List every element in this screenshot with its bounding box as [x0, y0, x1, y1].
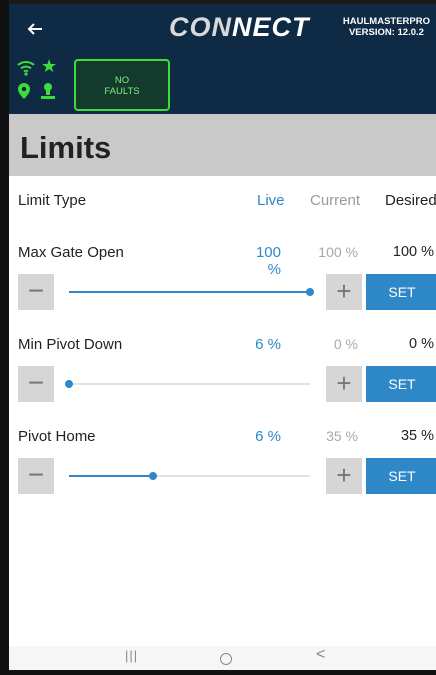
status-strip: ★ NO FAULTS [9, 54, 436, 114]
connect-logo: CONNECT [169, 12, 310, 43]
star-icon: ★ [41, 56, 58, 76]
device-frame-bottom [0, 670, 436, 675]
set-button[interactable]: SET [366, 274, 436, 310]
limit-live-value: 100 % [255, 244, 281, 278]
slider-fill [69, 291, 310, 293]
limit-desired-value: 0 % [409, 336, 434, 352]
operator-icon [40, 82, 56, 105]
increase-button[interactable]: + [326, 366, 362, 402]
slider-thumb[interactable] [65, 380, 73, 388]
version-number: VERSION: 12.0.2 [348, 27, 424, 38]
column-header-limit-type: Limit Type [18, 192, 87, 209]
location-pin-icon [17, 82, 31, 105]
increase-button[interactable]: + [326, 458, 362, 494]
limit-name: Max Gate Open [18, 244, 124, 261]
fault-status-line1: NO [114, 75, 130, 86]
recent-apps-button[interactable]: ||| [125, 648, 138, 663]
slider-thumb[interactable] [149, 472, 158, 480]
app-screen: CONNECT HAULMASTERPRO VERSION: 12.0.2 ★ … [9, 4, 436, 670]
page-title: Limits [20, 130, 112, 165]
decrease-button[interactable]: − [18, 366, 54, 402]
limit-live-value: 6 % [255, 428, 281, 445]
limit-current-value: 0 % [333, 336, 358, 352]
fault-status-badge[interactable]: NO FAULTS [74, 59, 170, 111]
increase-button[interactable]: + [326, 274, 362, 310]
version-info: HAULMASTERPRO VERSION: 12.0.2 [343, 16, 430, 38]
logo-text-left: CON [169, 12, 232, 42]
set-button[interactable]: SET [366, 458, 436, 494]
limit-name: Pivot Home [18, 428, 96, 445]
app-bar: CONNECT HAULMASTERPRO VERSION: 12.0.2 [9, 4, 436, 54]
home-button[interactable] [220, 653, 232, 665]
limit-current-value: 35 % [326, 428, 358, 444]
limit-row-min-pivot-down: Min Pivot Down 6 % 0 % 0 % − + SET [9, 336, 436, 428]
decrease-button[interactable]: − [18, 458, 54, 494]
limit-slider[interactable] [65, 380, 310, 388]
limit-current-value: 100 % [318, 244, 358, 260]
fault-status-line2: FAULTS [104, 86, 140, 97]
set-button[interactable]: SET [366, 366, 436, 402]
column-header-current: Current [310, 192, 361, 209]
wifi-icon [17, 60, 35, 81]
column-header-live: Live [257, 192, 285, 209]
decrease-button[interactable]: − [18, 274, 54, 310]
device-frame-left [0, 0, 9, 675]
limit-desired-value: 35 % [400, 428, 434, 444]
limit-slider[interactable] [69, 472, 310, 480]
title-band: Limits [9, 114, 436, 176]
limit-name: Min Pivot Down [18, 336, 123, 353]
limit-desired-value: 100 % [392, 244, 434, 260]
system-back-button[interactable]: < [316, 646, 325, 664]
system-nav-bar: ||| < [9, 646, 436, 670]
product-name: HAULMASTERPRO [342, 16, 430, 27]
limit-slider[interactable] [69, 288, 314, 296]
limit-row-pivot-home: Pivot Home 6 % 35 % 35 % − + SET [9, 428, 436, 520]
logo-text-right: NECT [232, 12, 310, 42]
slider-thumb[interactable] [306, 288, 314, 296]
back-arrow-icon[interactable] [23, 17, 47, 41]
limit-row-max-gate-open: Max Gate Open 100 % 100 % 100 % − + SET [9, 244, 436, 336]
slider-fill [69, 475, 154, 477]
limit-live-value: 6 % [255, 336, 281, 353]
column-header-desired: Desired [385, 192, 436, 209]
